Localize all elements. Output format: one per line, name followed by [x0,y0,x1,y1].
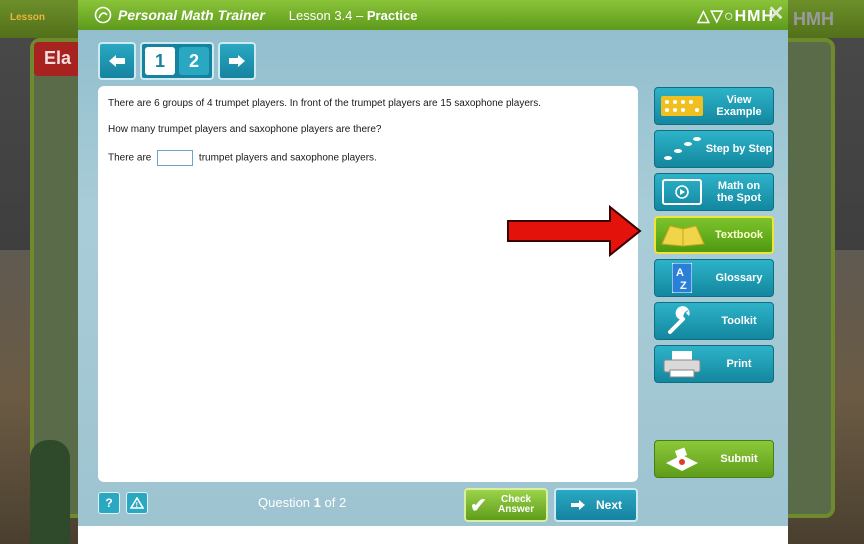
view-example-button[interactable]: View Example [654,87,774,125]
brand-logo: △▽○HMH [697,6,774,26]
book-icon [660,220,706,250]
help-icon[interactable]: ? [98,492,120,514]
question-text-line-1: There are 6 groups of 4 trumpet players.… [108,98,542,109]
textbook-button[interactable]: Textbook [654,216,774,254]
view-example-label-2: Example [716,106,762,118]
view-example-icon [659,91,705,121]
print-button[interactable]: Print [654,345,774,383]
modal-header: Personal Math Trainer Lesson 3.4 – Pract… [78,0,788,30]
toolkit-button[interactable]: Toolkit [654,302,774,340]
check-answer-button[interactable]: ✔ Check Answer [464,488,548,522]
question-counter-label: Question [258,495,311,510]
question-nav: 1 2 [98,40,256,82]
math-on-the-spot-button[interactable]: Math on the Spot [654,173,774,211]
question-text-line-2: How many trumpet players and saxophone p… [108,124,382,135]
printer-icon [659,349,705,379]
toolkit-label: Toolkit [721,315,757,327]
lesson-number: Lesson 3.4 [288,7,353,23]
svg-text:A: A [676,267,684,279]
view-example-label-1: View [726,94,752,106]
background-lesson-label: Lesson [10,12,46,23]
video-icon [659,177,705,207]
answer-input[interactable] [157,150,194,166]
glossary-button[interactable]: A Z Glossary [654,259,774,297]
question-counter-current: 1 [313,495,321,510]
step-by-step-label: Step by Step [705,143,773,155]
step-by-step-icon [659,134,705,164]
textbook-label: Textbook [714,229,764,241]
glossary-label: Glossary [715,272,763,284]
svg-text:Z: Z [680,280,687,292]
app-title: Personal Math Trainer [118,7,265,23]
next-button[interactable]: Next [554,488,638,522]
page-button-2[interactable]: 2 [179,47,209,75]
answer-sentence: There are trumpet players and saxophone … [108,150,628,166]
wrench-icon [659,306,705,336]
answer-prefix: There are [108,152,152,164]
question-counter: Question 1 of 2 [258,495,346,510]
page-button-1[interactable]: 1 [145,47,175,75]
math-on-the-spot-label-1: Math on [717,180,761,192]
glossary-icon: A Z [659,263,705,293]
check-answer-label-2: Answer [498,504,535,515]
submit-button[interactable]: Submit [654,440,774,478]
submit-label: Submit [720,453,758,465]
background-brand: HMH [793,9,834,29]
next-question-arrow-button[interactable] [218,42,256,80]
answer-suffix: trumpet players and saxophone players. [198,152,377,164]
background-title: Ela [34,42,80,76]
red-arrow-annotation [507,205,642,257]
arrow-right-icon [229,55,245,67]
step-by-step-button[interactable]: Step by Step [654,130,774,168]
alert-glyph: ! [136,502,138,509]
trainer-logo-icon [94,6,112,24]
modal-footer: ? ! Question 1 of 2 ✔ Check Answer Next [78,480,788,526]
previous-question-button[interactable] [98,42,136,80]
practice-modal: Personal Math Trainer Lesson 3.4 – Pract… [78,0,788,544]
alert-icon[interactable]: ! [126,492,148,514]
question-panel: There are 6 groups of 4 trumpet players.… [98,86,638,482]
next-label: Next [595,498,622,512]
submit-icon [659,444,705,474]
next-arrow-icon [570,500,585,510]
question-counter-total: of 2 [324,495,347,510]
lesson-mode: Practice [366,7,418,23]
print-label: Print [726,358,752,370]
arrow-left-icon [109,55,125,67]
triangle-icon: △▽○ [697,8,735,25]
cactus-image [30,440,70,544]
page-selector: 1 2 [140,42,214,80]
pmt-logo: Personal Math Trainer [94,6,265,24]
bottom-strip [78,526,788,544]
lesson-separator: – [352,7,367,23]
math-on-the-spot-label-2: the Spot [717,192,761,204]
close-icon[interactable]: ✕ [764,2,788,26]
lesson-title: Lesson 3.4 – Practice [289,8,418,23]
checkmark-icon: ✔ [470,494,487,517]
